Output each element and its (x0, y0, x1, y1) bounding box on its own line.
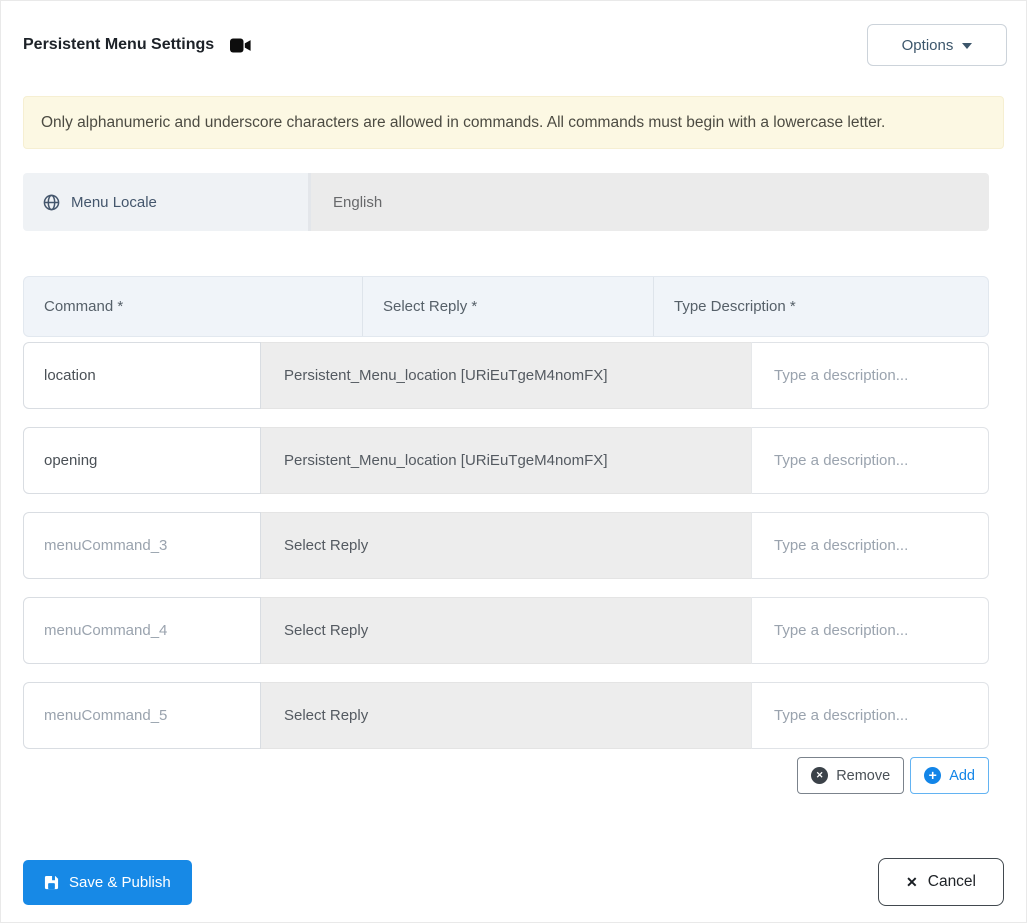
x-icon: ✕ (906, 873, 918, 890)
select-reply-button[interactable]: Persistent_Menu_location [URiEuTgeM4nomF… (261, 427, 751, 494)
select-reply-button[interactable]: Select Reply (261, 597, 751, 664)
menu-locale-value[interactable]: English (311, 173, 989, 231)
add-button[interactable]: + Add (910, 757, 989, 794)
chevron-down-icon (962, 43, 973, 49)
cancel-button-label: Cancel (927, 873, 976, 890)
warning-alert: Only alphanumeric and underscore charact… (23, 96, 1004, 149)
menu-locale-label: Menu Locale (71, 193, 157, 211)
page-title: Persistent Menu Settings (23, 36, 215, 53)
persistent-menu-settings-panel: Persistent Menu Settings Options Only al… (0, 0, 1027, 923)
title-wrap: Persistent Menu Settings (23, 36, 252, 54)
column-header-command: Command * (24, 277, 363, 336)
cancel-button[interactable]: ✕ Cancel (878, 858, 1004, 906)
select-reply-button[interactable]: Select Reply (261, 682, 751, 749)
circle-plus-icon: + (924, 767, 942, 784)
description-input[interactable] (751, 427, 989, 494)
table-body: Persistent_Menu_location [URiEuTgeM4nomF… (23, 342, 989, 749)
column-header-type-description: Type Description * (654, 277, 988, 336)
command-input[interactable] (23, 427, 261, 494)
command-input[interactable] (23, 342, 261, 409)
table-row: Select Reply (23, 512, 989, 579)
column-header-type-description-label: Type Description * (674, 298, 796, 315)
command-input[interactable] (23, 512, 261, 579)
footer-bar: Save & Publish ✕ Cancel (1, 858, 1026, 906)
select-reply-button[interactable]: Select Reply (261, 512, 751, 579)
select-reply-button[interactable]: Persistent_Menu_location [URiEuTgeM4nomF… (261, 342, 751, 409)
command-input[interactable] (23, 682, 261, 749)
menu-locale-label-cell: Menu Locale (23, 173, 311, 231)
column-header-command-label: Command * (44, 298, 124, 315)
circle-x-icon: ✕ (811, 767, 829, 784)
row-actions: ✕ Remove + Add (1, 757, 989, 794)
add-button-label: Add (949, 767, 975, 784)
command-input[interactable] (23, 597, 261, 664)
warning-alert-text: Only alphanumeric and underscore charact… (41, 113, 886, 131)
description-input[interactable] (751, 597, 989, 664)
table-row: Persistent_Menu_location [URiEuTgeM4nomF… (23, 427, 989, 494)
menu-locale-row: Menu Locale English (23, 173, 989, 231)
description-input[interactable] (751, 682, 989, 749)
column-header-select-reply: Select Reply * (363, 277, 654, 336)
description-input[interactable] (751, 342, 989, 409)
table-row: Select Reply (23, 682, 989, 749)
video-camera-icon (230, 38, 252, 53)
table-row: Persistent_Menu_location [URiEuTgeM4nomF… (23, 342, 989, 409)
save-publish-button[interactable]: Save & Publish (23, 859, 192, 905)
remove-button-label: Remove (836, 767, 891, 784)
options-button[interactable]: Options (867, 24, 1007, 66)
options-button-label: Options (901, 36, 954, 54)
top-bar: Persistent Menu Settings Options (1, 1, 1026, 66)
table-row: Select Reply (23, 597, 989, 664)
floppy-save-icon (44, 875, 59, 890)
description-input[interactable] (751, 512, 989, 579)
table-header: Command * Select Reply * Type Descriptio… (23, 276, 989, 337)
remove-button[interactable]: ✕ Remove (797, 757, 905, 794)
menu-locale-value-text: English (333, 193, 383, 211)
column-header-select-reply-label: Select Reply * (383, 298, 478, 315)
save-publish-button-label: Save & Publish (69, 873, 171, 891)
globe-icon (43, 194, 60, 211)
